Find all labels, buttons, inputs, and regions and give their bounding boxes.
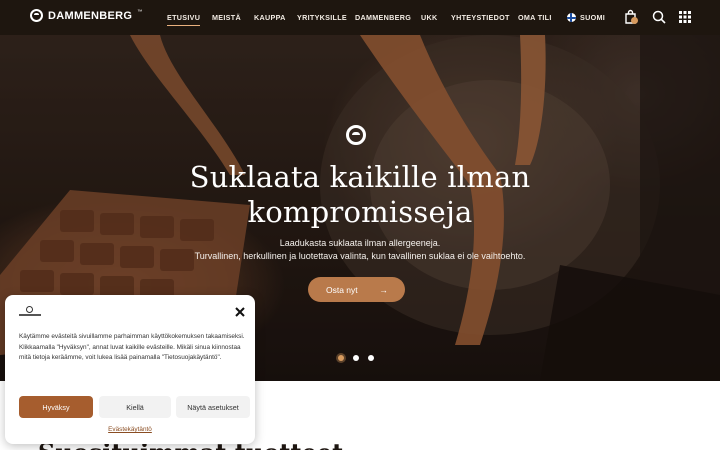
- cookie-description: Käytämme evästeitä sivuillamme parhaimma…: [19, 333, 245, 361]
- nav-item-kauppa[interactable]: KAUPPA: [254, 13, 286, 22]
- language-label: SUOMI: [580, 13, 606, 22]
- shop-now-label: Osta nyt: [326, 284, 358, 295]
- brand-mark-icon: [26, 306, 33, 313]
- nav-item-oma-tili[interactable]: OMA TILI: [518, 13, 552, 22]
- hero-title: Suklaata kaikille ilman kompromisseja: [150, 160, 570, 230]
- hero-title-line-2: kompromisseja: [247, 195, 473, 229]
- slider-dot-1[interactable]: [338, 355, 344, 361]
- search-button[interactable]: [651, 9, 667, 25]
- language-selector[interactable]: SUOMI: [567, 13, 605, 22]
- shop-now-button[interactable]: Osta nyt →: [308, 277, 405, 302]
- cookie-consent-dialog: Käytämme evästeitä sivuillamme parhaimma…: [5, 295, 255, 444]
- nav-item-yhteystiedot[interactable]: YHTEYSTIEDOT: [451, 13, 510, 22]
- hero-subtitle-line-2: Turvallinen, herkullinen ja luotettava v…: [194, 251, 526, 261]
- nav-item-etusivu[interactable]: ETUSIVU: [167, 13, 201, 26]
- hero-brand-mark-icon: [346, 125, 366, 145]
- grid-menu-button[interactable]: [677, 9, 693, 25]
- cart-button[interactable]: [623, 9, 639, 25]
- main-nav: ETUSIVU MEISTÄ KAUPPA YRITYKSILLE DAMMEN…: [0, 0, 720, 35]
- slider-dot-3[interactable]: [368, 355, 374, 361]
- search-icon: [652, 10, 666, 24]
- grid-menu-icon: [679, 11, 691, 23]
- hero-subtitle: Laadukasta suklaata ilman allergeeneja. …: [150, 237, 570, 263]
- accept-cookies-button[interactable]: Hyväksy: [19, 396, 93, 418]
- brand-wordmark: [19, 314, 41, 316]
- nav-item-dammenberg[interactable]: DAMMENBERG: [355, 13, 411, 22]
- deny-cookies-button[interactable]: Kiellä: [99, 396, 171, 418]
- nav-item-ukk[interactable]: UKK: [421, 13, 437, 22]
- hero-subtitle-line-1: Laadukasta suklaata ilman allergeeneja.: [279, 238, 441, 248]
- cookie-settings-button[interactable]: Näytä asetukset: [176, 396, 250, 418]
- top-navigation-bar: DAMMENBERG ™ ETUSIVU MEISTÄ KAUPPA YRITY…: [0, 0, 720, 35]
- close-icon[interactable]: [234, 306, 246, 318]
- cookie-brand-logo: [19, 306, 41, 320]
- cookie-policy-link[interactable]: Evästekäytäntö: [5, 426, 255, 433]
- nav-item-yrityksille[interactable]: YRITYKSILLE: [297, 13, 347, 22]
- finnish-flag-icon: [567, 13, 576, 22]
- slider-pagination: [338, 355, 374, 361]
- arrow-right-icon: →: [379, 284, 389, 295]
- nav-item-meista[interactable]: MEISTÄ: [212, 13, 241, 22]
- cart-count-badge: [631, 17, 638, 24]
- slider-dot-2[interactable]: [353, 355, 359, 361]
- hero-title-line-1: Suklaata kaikille ilman: [189, 160, 531, 194]
